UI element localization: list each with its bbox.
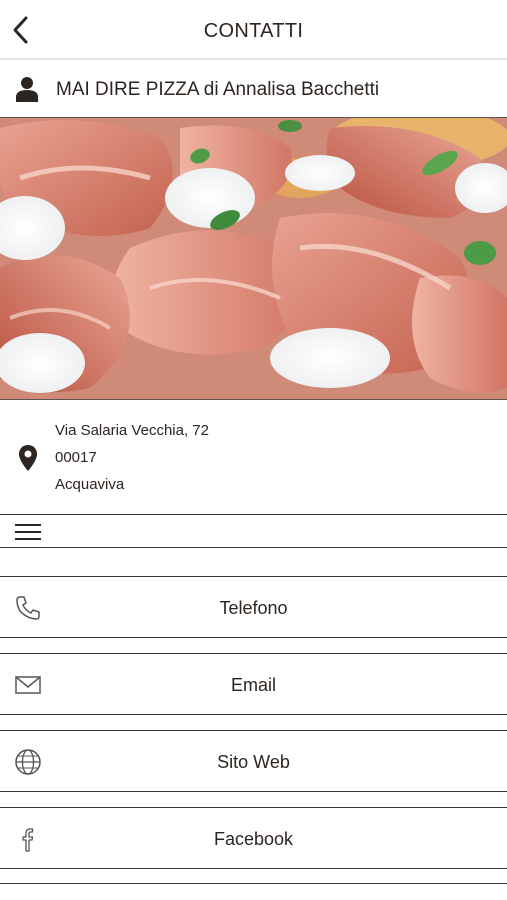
email-label: Email <box>230 675 276 695</box>
address-postal-code: 00017 <box>55 449 97 466</box>
phone-label: Telefono <box>219 598 288 618</box>
address-city: Acquaviva <box>55 476 125 493</box>
address-street: Via Salaria Vecchia, 72 <box>55 422 209 439</box>
bottom-divider <box>0 883 507 884</box>
hero-image <box>0 118 507 400</box>
facebook-button[interactable]: Facebook <box>0 807 507 869</box>
phone-button[interactable]: Telefono <box>0 576 507 638</box>
email-button[interactable]: Email <box>0 653 507 715</box>
business-name-row: MAI DIRE PIZZA di Annalisa Bacchetti <box>0 60 507 118</box>
page-title: CONTATTI <box>203 20 304 42</box>
address-block[interactable]: Via Salaria Vecchia, 72 00017 Acquaviva <box>0 400 507 515</box>
business-name: MAI DIRE PIZZA di Annalisa Bacchetti <box>56 79 380 100</box>
facebook-label: Facebook <box>213 829 294 849</box>
website-button[interactable]: Sito Web <box>0 730 507 792</box>
website-label: Sito Web <box>217 752 290 772</box>
person-icon <box>16 77 38 102</box>
map-pin-icon <box>19 445 37 471</box>
hamburger-menu-icon[interactable] <box>15 523 41 541</box>
top-nav-bar: CONTATTI <box>0 0 507 60</box>
menu-bar <box>0 515 507 548</box>
